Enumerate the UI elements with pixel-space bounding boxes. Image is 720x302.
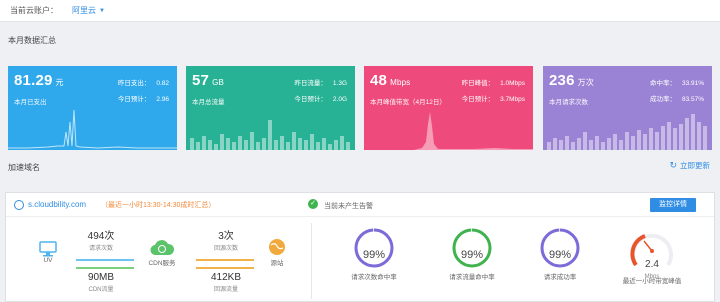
uv-node: UV — [33, 241, 63, 264]
yesterday-traffic-value: 1.3G — [332, 80, 347, 87]
traffic-flow: UV 494次 请求次数 90MB CDN流量 CDN服务 3次 回源次数 41… — [6, 217, 311, 302]
yesterday-spend-value: 0.82 — [156, 80, 169, 87]
yesterday-peak-value: 1.0Mbps — [500, 80, 525, 87]
requests-unit: 万次 — [577, 78, 595, 87]
cdn-label: CDN服务 — [148, 260, 176, 267]
time-range-hint: （最近一小时13:30-14:30成时汇总） — [101, 202, 216, 209]
spend-unit: 元 — [55, 78, 64, 87]
traffic-hit-rate-gauge: 99% 请求流量命中率 — [432, 227, 512, 281]
bandwidth-card[interactable]: 48 Mbps 本月峰值带宽（4月12日） 昨日峰值： 1.0Mbps 今日预计： 3… — [364, 66, 533, 150]
domains-title: 加速域名 — [8, 163, 40, 172]
cdn-traffic-label: CDN流量 — [88, 287, 114, 293]
globe-server-icon — [269, 239, 285, 255]
domain-header: s.cloudbility.com （最近一小时13:30-14:30成时汇总）… — [6, 193, 714, 217]
domain-panel: s.cloudbility.com （最近一小时13:30-14:30成时汇总）… — [5, 192, 715, 302]
chevron-down-icon[interactable]: ▼ — [99, 8, 105, 14]
cdn-node: CDN服务 — [142, 237, 182, 267]
traffic-card[interactable]: 57 GB 本月总流量 昨日流量： 1.3G 今日预计： 2.0G — [186, 66, 355, 150]
origin-request-arrow — [196, 259, 254, 261]
requests-card[interactable]: 236 万次 本月请求次数 命中率： 33.91% 成功率： 83.57% — [543, 66, 712, 150]
alert-status: 当前未产生告警 — [324, 203, 373, 210]
cdn-traffic-value: 90MB — [87, 272, 115, 283]
account-bar: 当前云账户： 阿里云 ▼ — [0, 0, 720, 22]
gauges: 99% 请求次数命中率 99% 请求流量命中率 99% 请求成功率 2.4 Mb… — [312, 217, 716, 302]
requests-bars — [547, 114, 707, 150]
requests-stat: 494次 请求次数 — [66, 227, 136, 252]
refresh-button[interactable]: ↻ 立即更新 — [669, 160, 710, 171]
summary-cards: 81.29 元 本月已支出 昨日支出： 0.82 今日预计： 2.96 57 GB 本月… — [8, 66, 712, 150]
origin-traffic-arrow — [196, 267, 254, 269]
traffic-hit-rate-label: 请求流量命中率 — [449, 274, 495, 281]
origin-requests-label: 回源次数 — [213, 246, 238, 252]
bandwidth-peak-unit: Mbps — [644, 274, 660, 280]
traffic-bars — [190, 120, 350, 150]
cloud-icon — [150, 240, 175, 256]
bandwidth-peak-gauge: 2.4 Mbps 最近一小时带宽峰值 — [612, 227, 692, 285]
request-arrow — [76, 259, 134, 261]
hit-rate-value: 33.91% — [681, 80, 704, 87]
bandwidth-peak-value: 2.4 — [645, 259, 659, 270]
traffic-hit-rate-value: 99% — [460, 249, 484, 261]
success-rate-gauge: 99% 请求成功率 — [520, 227, 600, 281]
bandwidth-value: 48 — [370, 72, 388, 89]
ring-chart — [354, 228, 394, 268]
origin-requests-stat: 3次 回源次数 — [191, 227, 261, 252]
refresh-icon: ↻ — [669, 160, 677, 170]
bandwidth-sparkline — [364, 112, 533, 150]
cdn-traffic-stat: 90MB CDN流量 — [66, 272, 136, 293]
requests-count: 494次 — [87, 231, 115, 242]
success-rate-label: 请求成功率 — [543, 274, 577, 281]
origin-traffic-value: 412KB — [210, 272, 242, 283]
success-rate-value: 99% — [548, 249, 572, 261]
origin-label: 源站 — [270, 260, 284, 267]
uv-label: UV — [43, 257, 53, 264]
monitor-detail-button[interactable]: 监控详情 — [650, 198, 696, 212]
domain-link[interactable]: s.cloudbility.com — [28, 200, 86, 209]
monitor-icon — [39, 241, 57, 257]
requests-value: 236 — [549, 72, 575, 89]
traffic-arrow — [76, 267, 134, 269]
traffic-unit: GB — [212, 78, 225, 87]
origin-requests-count: 3次 — [218, 231, 234, 242]
refresh-label: 立即更新 — [680, 161, 710, 170]
check-icon: ✓ — [308, 199, 318, 209]
yesterday-traffic-label: 昨日流量： — [294, 80, 327, 87]
yesterday-peak-label: 昨日峰值： — [461, 80, 495, 87]
spend-sparkline — [8, 109, 177, 149]
spend-value: 81.29 — [14, 72, 53, 89]
globe-icon — [14, 200, 24, 210]
origin-traffic-stat: 412KB 回源流量 — [191, 272, 261, 293]
summary-title: 本月数据汇总 — [8, 36, 56, 45]
bandwidth-unit: Mbps — [390, 78, 411, 87]
yesterday-spend-label: 昨日支出： — [117, 80, 151, 87]
hit-rate-label: 命中率： — [649, 80, 676, 87]
account-selector[interactable]: 阿里云 — [72, 5, 96, 16]
request-hit-rate-label: 请求次数命中率 — [351, 274, 397, 281]
ring-chart — [452, 228, 492, 268]
account-label: 当前云账户： — [10, 6, 58, 15]
origin-traffic-label: 回源流量 — [213, 287, 238, 293]
origin-node: 源站 — [262, 237, 292, 267]
traffic-value: 57 — [192, 72, 210, 89]
request-hit-rate-value: 99% — [362, 249, 386, 261]
spend-card[interactable]: 81.29 元 本月已支出 昨日支出： 0.82 今日预计： 2.96 — [8, 66, 177, 150]
ring-chart — [540, 228, 580, 268]
requests-count-label: 请求次数 — [88, 246, 113, 252]
request-hit-rate-gauge: 99% 请求次数命中率 — [334, 227, 414, 281]
